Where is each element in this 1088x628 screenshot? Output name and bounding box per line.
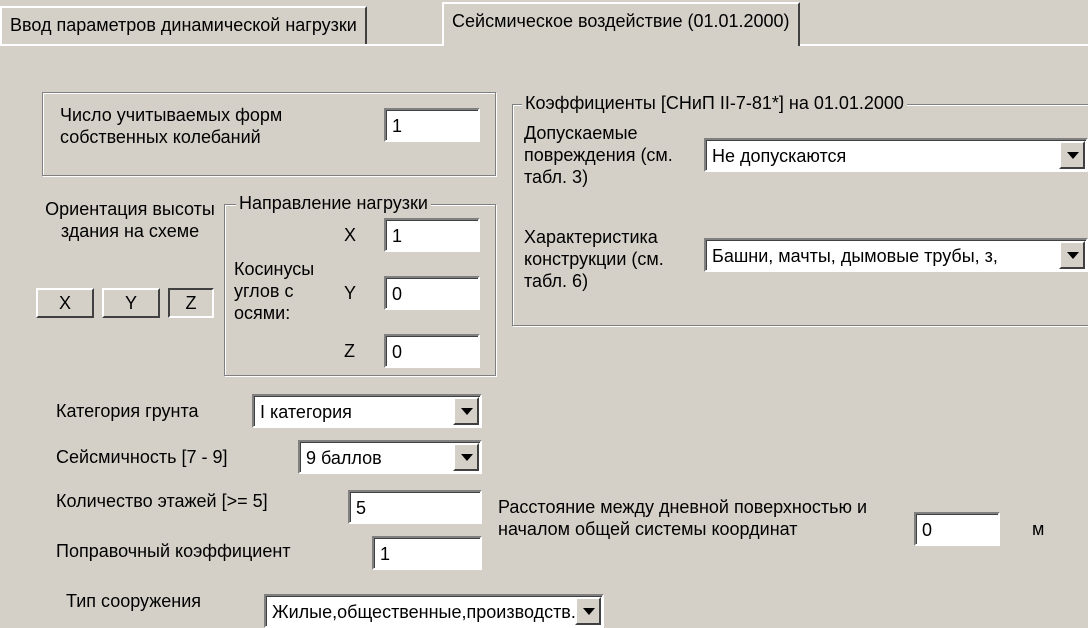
- soil-label: Категория грунта: [56, 401, 199, 421]
- axis-x-label: X: [344, 225, 357, 245]
- floors-input[interactable]: 5: [348, 490, 482, 524]
- chevron-down-icon[interactable]: [453, 443, 479, 471]
- correction-label: Поправочный коэффициент: [56, 541, 291, 561]
- axis-z-label: Z: [344, 341, 355, 361]
- soil-value: I категория: [260, 402, 352, 422]
- damage-label: Допускаемые повреждения (см. табл. 3): [524, 123, 673, 187]
- modes-label: Число учитываемых форм собственных колеб…: [60, 105, 283, 147]
- load-direction-title: Направление нагрузки: [236, 192, 431, 214]
- tab-dynamic-load-input[interactable]: Ввод параметров динамической нагрузки: [0, 6, 367, 44]
- cos-x-input[interactable]: 1: [384, 218, 480, 252]
- distance-unit: м: [1032, 519, 1045, 539]
- distance-label: Расстояние между дневной поверхностью и …: [498, 497, 868, 539]
- structure-type-select[interactable]: Жилые,общественные,производств.: [264, 594, 604, 628]
- damage-value: Не допускаются: [712, 146, 847, 166]
- tab-seismic-effect[interactable]: Сейсмическое воздействие (01.01.2000): [442, 2, 800, 46]
- structure-value: Башни, мачты, дымовые трубы, з,: [712, 246, 998, 266]
- distance-input[interactable]: 0: [914, 512, 1000, 546]
- floors-label: Количество этажей [>= 5]: [56, 491, 268, 511]
- tab-label: Сейсмическое воздействие (01.01.2000): [452, 11, 790, 31]
- structure-type-label: Тип сооружения: [66, 591, 202, 611]
- structure-label: Характеристика конструкции (см. табл. 6): [524, 227, 664, 291]
- cosines-label: Косинусы углов с осями:: [234, 259, 315, 323]
- soil-select[interactable]: I категория: [252, 394, 482, 428]
- damage-select[interactable]: Не допускаются: [704, 138, 1088, 172]
- correction-input[interactable]: 1: [372, 536, 482, 570]
- orientation-label: Ориентация высоты здания на схеме: [45, 199, 215, 241]
- coefficients-title: Коэффициенты [СНиП II-7-81*] на 01.01.20…: [522, 92, 907, 114]
- orientation-z-button[interactable]: Z: [168, 288, 214, 318]
- tab-label: Ввод параметров динамической нагрузки: [10, 15, 357, 35]
- orientation-y-button[interactable]: Y: [102, 288, 160, 318]
- cos-z-input[interactable]: 0: [384, 334, 480, 368]
- structure-select[interactable]: Башни, мачты, дымовые трубы, з,: [704, 238, 1088, 272]
- cos-y-input[interactable]: 0: [384, 276, 480, 310]
- seismicity-label: Сейсмичность [7 - 9]: [56, 447, 228, 467]
- structure-type-value: Жилые,общественные,производств.: [272, 602, 576, 622]
- modes-count-input[interactable]: 1: [384, 108, 480, 142]
- chevron-down-icon[interactable]: [1059, 141, 1085, 169]
- seismicity-value: 9 баллов: [306, 448, 382, 468]
- chevron-down-icon[interactable]: [575, 597, 601, 625]
- chevron-down-icon[interactable]: [453, 397, 479, 425]
- axis-y-label: Y: [344, 283, 357, 303]
- orientation-x-button[interactable]: X: [36, 288, 94, 318]
- seismicity-select[interactable]: 9 баллов: [298, 440, 482, 474]
- chevron-down-icon[interactable]: [1059, 241, 1085, 269]
